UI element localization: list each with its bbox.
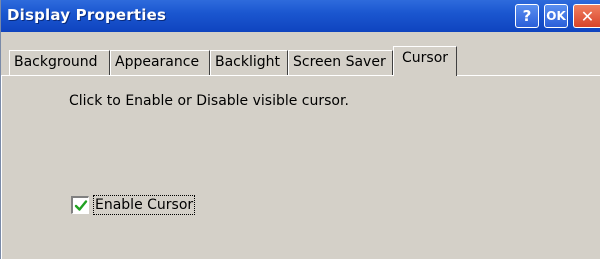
ok-button[interactable]: OK [544, 4, 568, 28]
tab-label: Background [14, 54, 98, 70]
close-icon: ✕ [580, 6, 595, 26]
title-bar[interactable]: Display Properties ? OK ✕ [1, 0, 600, 32]
tab-cursor[interactable]: Cursor [393, 46, 457, 76]
tab-screen-saver[interactable]: Screen Saver [288, 50, 393, 75]
tab-label: Cursor [402, 50, 449, 66]
enable-cursor-checkbox[interactable] [71, 196, 89, 214]
ok-label: OK [546, 9, 566, 23]
tab-label: Screen Saver [293, 54, 386, 70]
checkmark-icon [74, 200, 88, 211]
window-title: Display Properties [7, 6, 167, 24]
cursor-description: Click to Enable or Disable visible curso… [69, 93, 349, 109]
display-properties-window: Display Properties ? OK ✕ Background App… [0, 0, 600, 259]
tab-label: Appearance [115, 54, 200, 70]
enable-cursor-label[interactable]: Enable Cursor [93, 195, 196, 215]
tab-backlight[interactable]: Backlight [210, 50, 288, 75]
close-button[interactable]: ✕ [573, 4, 600, 28]
help-icon: ? [522, 7, 532, 25]
tab-background[interactable]: Background [9, 50, 110, 75]
tab-label: Backlight [215, 54, 281, 70]
tab-appearance[interactable]: Appearance [110, 50, 210, 75]
help-button[interactable]: ? [515, 4, 539, 28]
